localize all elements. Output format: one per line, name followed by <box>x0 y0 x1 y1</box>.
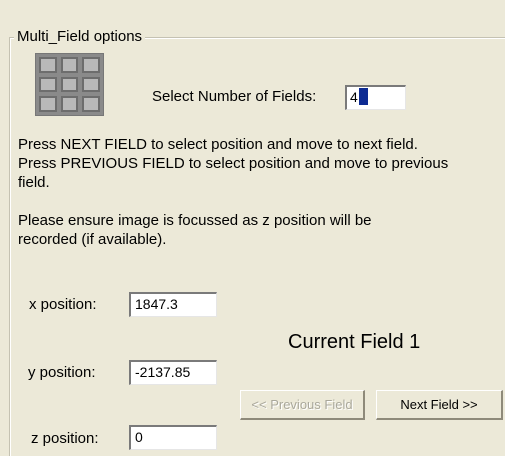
grid-cell <box>39 57 57 73</box>
y-position-input[interactable]: -2137.85 <box>129 360 217 385</box>
grid-cell <box>60 96 79 112</box>
z-position-input[interactable]: 0 <box>129 425 217 450</box>
field-count-label: Select Number of Fields: <box>152 88 317 105</box>
grid-cell <box>82 96 100 112</box>
instruction-previous-field: Press PREVIOUS FIELD to select position … <box>18 155 449 191</box>
instruction-focus: Please ensure image is focussed as z pos… <box>18 212 372 248</box>
text-caret <box>358 88 368 105</box>
multi-field-options-panel: Multi_Field options Select Number of Fie… <box>0 0 505 456</box>
field-count-input[interactable]: 4 <box>345 85 406 110</box>
grid-icon <box>35 53 104 116</box>
y-position-label: y position: <box>28 364 96 381</box>
grid-cell <box>60 57 79 73</box>
next-field-button[interactable]: Next Field >> <box>376 390 503 420</box>
previous-field-button[interactable]: << Previous Field <box>240 390 365 420</box>
grid-cell <box>82 57 100 73</box>
z-position-value: 0 <box>135 429 143 445</box>
x-position-label: x position: <box>29 296 97 313</box>
group-border-highlight-left <box>10 38 11 456</box>
grid-cell <box>60 76 79 93</box>
grid-cell <box>39 76 57 93</box>
instructions: Press NEXT FIELD to select position and … <box>18 135 505 249</box>
z-position-label: z position: <box>31 430 99 447</box>
x-position-value: 1847.3 <box>135 296 178 312</box>
grid-cell <box>82 76 100 93</box>
field-count-value: 4 <box>350 89 358 105</box>
y-position-value: -2137.85 <box>135 364 191 380</box>
instruction-next-field: Press NEXT FIELD to select position and … <box>18 136 418 153</box>
x-position-input[interactable]: 1847.3 <box>129 292 217 317</box>
grid-cell <box>39 96 57 112</box>
group-title: Multi_Field options <box>14 27 146 47</box>
current-field-status: Current Field 1 <box>288 331 421 353</box>
